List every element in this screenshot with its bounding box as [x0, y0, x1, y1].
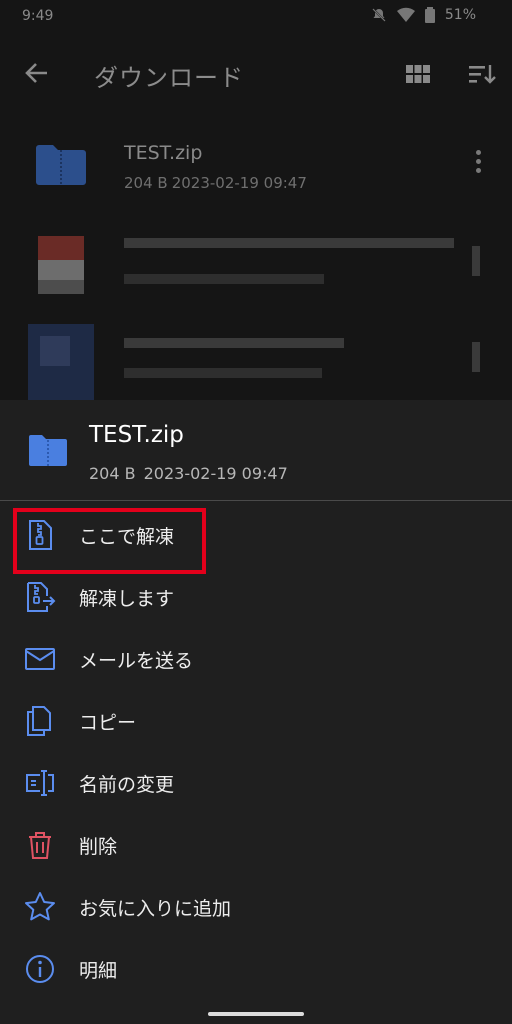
status-bar: 9:49 51% [0, 0, 512, 36]
pixelated-text [124, 368, 322, 378]
menu-item-copy[interactable]: コピー [0, 689, 512, 751]
pixelated-text [124, 274, 324, 284]
menu-label: メールを送る [79, 650, 194, 672]
highlight-box [13, 508, 206, 574]
mail-icon [24, 643, 56, 675]
app-bar: ダウンロード [0, 40, 512, 104]
extract-icon [24, 581, 56, 613]
rename-icon [24, 767, 56, 799]
menu-item-details[interactable]: 明細 [0, 937, 512, 999]
back-arrow-icon[interactable] [22, 58, 52, 88]
sheet-file-name: TEST.zip [89, 422, 184, 448]
file-meta: 204 B 2023-02-19 09:47 [124, 174, 307, 192]
info-icon [24, 953, 56, 985]
pixelated-text [124, 238, 454, 248]
menu-item-add-favorite[interactable]: お気に入りに追加 [0, 875, 512, 937]
trash-icon [24, 829, 56, 861]
file-actions-sheet: TEST.zip 204 B 2023-02-19 09:47 ここで解凍 解凍し… [0, 400, 512, 1024]
list-item[interactable] [0, 224, 512, 308]
menu-item-rename[interactable]: 名前の変更 [0, 751, 512, 813]
menu-item-delete[interactable]: 削除 [0, 813, 512, 875]
sheet-file-meta: 204 B 2023-02-19 09:47 [89, 464, 288, 483]
pixelated-text [124, 338, 344, 348]
gesture-nav-handle[interactable] [208, 1012, 304, 1016]
menu-label: 名前の変更 [79, 774, 175, 796]
more-vert-icon[interactable] [472, 342, 480, 372]
battery-percentage: 51% [444, 7, 476, 23]
zip-folder-icon [34, 142, 88, 186]
sort-icon[interactable] [467, 62, 497, 86]
list-item[interactable]: TEST.zip 204 B 2023-02-19 09:47 [0, 124, 512, 208]
more-vert-icon[interactable] [472, 246, 480, 276]
zip-folder-icon [28, 432, 68, 468]
status-time: 9:49 [22, 8, 54, 24]
file-browser-background: 9:49 51% ダウンロード TEST.zip 204 B 2023-02-1… [0, 0, 512, 400]
grid-view-icon[interactable] [404, 62, 432, 86]
list-item[interactable] [0, 316, 512, 400]
star-icon [24, 891, 56, 923]
menu-label: 解凍します [79, 588, 175, 610]
menu-label: 削除 [79, 836, 118, 858]
menu-label: コピー [79, 712, 137, 734]
sheet-header: TEST.zip 204 B 2023-02-19 09:47 [0, 400, 512, 500]
page-title: ダウンロード [94, 64, 244, 92]
more-vert-icon[interactable] [470, 150, 486, 180]
menu-item-extract[interactable]: 解凍します [0, 565, 512, 627]
mute-icon [371, 7, 387, 23]
file-name: TEST.zip [124, 142, 203, 164]
menu-label: お気に入りに追加 [79, 898, 232, 920]
menu-label: 明細 [79, 960, 118, 982]
copy-icon [24, 705, 56, 737]
divider [0, 500, 512, 501]
wifi-icon [396, 7, 415, 23]
battery-icon [424, 7, 435, 23]
menu-item-send-mail[interactable]: メールを送る [0, 627, 512, 689]
